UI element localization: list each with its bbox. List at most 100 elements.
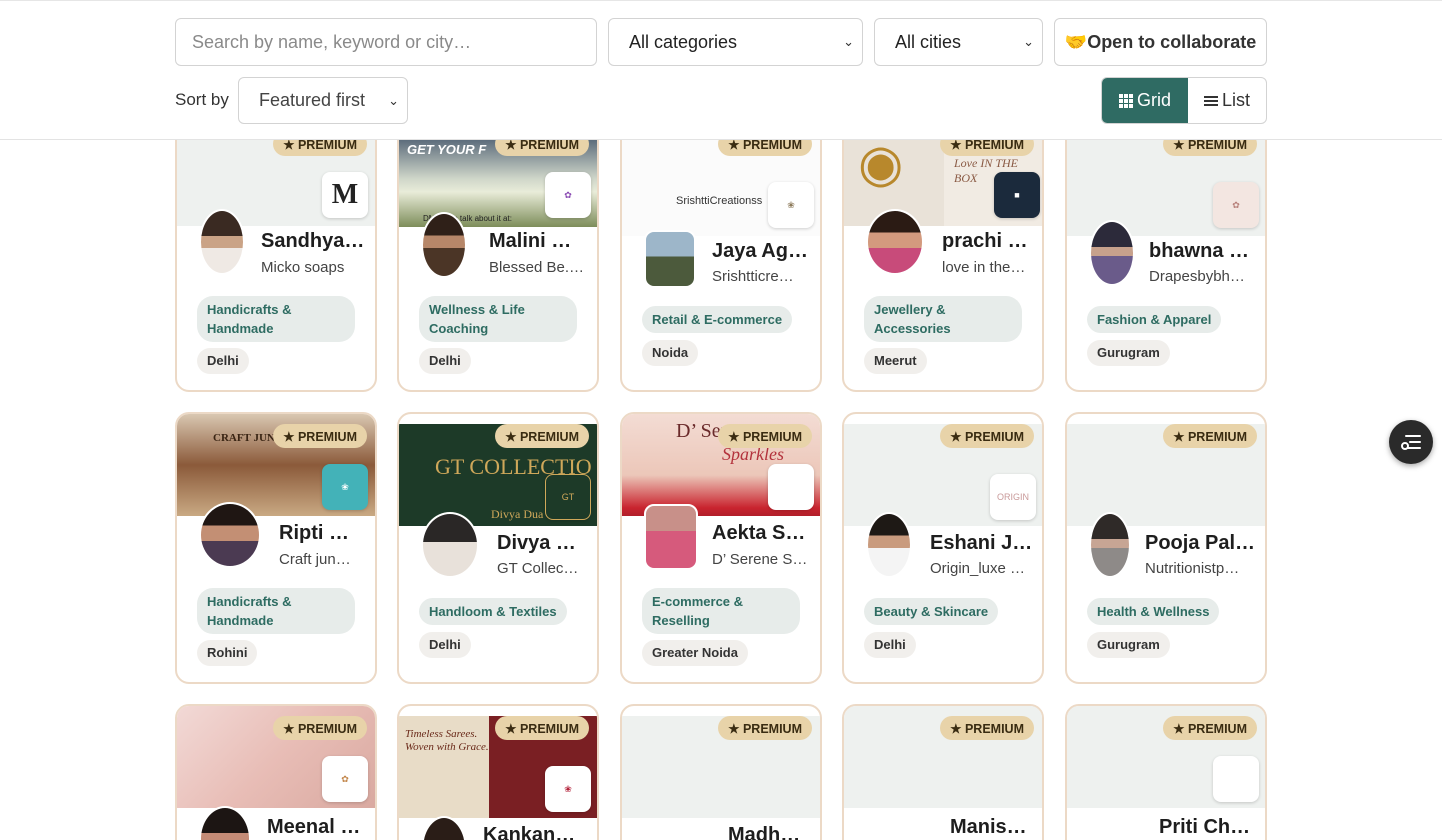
city-tag: Rohini bbox=[197, 640, 258, 666]
profile-card[interactable]: ★ PREMIUM Manis… bbox=[842, 704, 1044, 840]
premium-badge: ★ PREMIUM bbox=[718, 424, 812, 448]
chevron-down-icon: ⌄ bbox=[1023, 34, 1034, 49]
profile-card[interactable]: SrishttiCreationss ★ PREMIUM ❀ Jaya Ag… … bbox=[620, 120, 822, 392]
category-tag: Wellness & Life Coaching bbox=[419, 296, 577, 342]
member-name: Pooja Pal… bbox=[1145, 532, 1256, 554]
business-name: D’ Serene S… bbox=[712, 551, 808, 568]
premium-badge: ★ PREMIUM bbox=[1163, 424, 1257, 448]
view-toggle: Grid List bbox=[1101, 77, 1267, 124]
category-tag: E-commerce & Reselling bbox=[642, 588, 800, 634]
profile-card[interactable]: ★ PREMIUM ORIGIN Eshani Ji… Origin_luxe … bbox=[842, 412, 1044, 684]
premium-badge: ★ PREMIUM bbox=[718, 716, 812, 740]
category-tag: Fashion & Apparel bbox=[1087, 306, 1222, 333]
business-logo: ❀ bbox=[322, 464, 368, 510]
profile-card[interactable]: Love IN THE BOX ◉ ★ PREMIUM ■ prachi … l… bbox=[842, 120, 1044, 392]
open-to-collaborate-label: Open to collaborate bbox=[1087, 31, 1257, 52]
banner-headline: GET YOUR F bbox=[407, 142, 487, 157]
profile-card[interactable]: ★ PREMIUM ✿ bhawna … Drapesbybh… Fashion… bbox=[1065, 120, 1267, 392]
avatar bbox=[866, 512, 912, 578]
avatar bbox=[644, 504, 698, 570]
grid-view-button[interactable]: Grid bbox=[1102, 78, 1188, 123]
list-view-label: List bbox=[1221, 90, 1250, 110]
member-name: bhawna … bbox=[1149, 240, 1250, 262]
business-name: Craft jun… bbox=[279, 551, 351, 568]
business-logo bbox=[768, 464, 814, 510]
member-name: Madh… bbox=[728, 824, 801, 840]
profile-card[interactable]: ★ PREMIUM Priti Ch… bbox=[1065, 704, 1267, 840]
city-tag: Gurugram bbox=[1087, 632, 1170, 658]
profile-card[interactable]: GET YOUR F DM me to talk about it at: ★ … bbox=[397, 120, 599, 392]
business-name: Srishtticre… bbox=[712, 268, 794, 285]
member-name: Jaya Ag… bbox=[712, 240, 808, 262]
category-tag: Health & Wellness bbox=[1087, 598, 1220, 625]
member-name: Malini … bbox=[489, 230, 572, 252]
city-tag: Greater Noida bbox=[642, 640, 748, 666]
banner-headline: Timeless Sarees. Woven with Grace. bbox=[405, 728, 489, 753]
member-name: Kankan… bbox=[483, 824, 576, 840]
business-name: Nutritionistp… bbox=[1145, 560, 1240, 577]
banner-headline: SrishttiCreationss bbox=[676, 195, 763, 207]
avatar bbox=[199, 502, 261, 568]
floating-settings-button[interactable] bbox=[1389, 420, 1433, 464]
list-view-button[interactable]: List bbox=[1188, 78, 1266, 123]
category-tag: Handicrafts & Handmade bbox=[197, 588, 355, 634]
profile-card[interactable]: GT COLLECTIO Divya Dua ★ PREMIUM GT Divy… bbox=[397, 412, 599, 684]
city-tag: Delhi bbox=[419, 348, 471, 374]
business-logo: ✿ bbox=[545, 172, 591, 218]
chevron-down-icon: ⌄ bbox=[388, 92, 399, 108]
category-tag: Retail & E-commerce bbox=[642, 306, 793, 333]
business-logo: ✿ bbox=[1213, 182, 1259, 228]
member-name: Eshani Ji… bbox=[930, 532, 1034, 554]
city-tag: Delhi bbox=[864, 632, 916, 658]
category-tag: Handicrafts & Handmade bbox=[197, 296, 355, 342]
handshake-icon: 🤝 bbox=[1064, 31, 1088, 52]
profile-card[interactable]: ★ PREMIUM Pooja Pal… Nutritionistp… Heal… bbox=[1065, 412, 1267, 684]
profile-card[interactable]: D’ Sere Sparkles ★ PREMIUM Aekta S… D’ S… bbox=[620, 412, 822, 684]
category-select[interactable]: All categories ⌄ bbox=[608, 18, 863, 66]
profile-card[interactable]: ★ PREMIUM Madh… bbox=[620, 704, 822, 840]
category-tag: Jewellery & Accessories bbox=[864, 296, 1022, 342]
profile-card[interactable]: ★ PREMIUM ✿ Meenal … bbox=[175, 704, 377, 840]
category-tag: Handloom & Textiles bbox=[419, 598, 567, 625]
profile-card[interactable]: Timeless Sarees. Woven with Grace. ★ PRE… bbox=[397, 704, 599, 840]
member-name: Aekta S… bbox=[712, 522, 806, 544]
city-tag: Gurugram bbox=[1087, 340, 1170, 366]
premium-badge: ★ PREMIUM bbox=[273, 424, 367, 448]
avatar bbox=[199, 209, 245, 275]
filter-sliders-icon bbox=[1401, 435, 1421, 450]
city-select-value: All cities bbox=[895, 31, 962, 52]
premium-badge: ★ PREMIUM bbox=[495, 424, 589, 448]
member-name: Sandhya… bbox=[261, 230, 365, 252]
grid-icon bbox=[1118, 93, 1133, 108]
avatar bbox=[1089, 220, 1135, 286]
city-select[interactable]: All cities ⌄ bbox=[874, 18, 1043, 66]
premium-badge: ★ PREMIUM bbox=[940, 716, 1034, 740]
list-icon bbox=[1203, 95, 1218, 106]
banner-caption: Divya Dua bbox=[491, 507, 544, 521]
business-logo: ORIGIN bbox=[990, 474, 1036, 520]
city-tag: Noida bbox=[642, 340, 699, 366]
chevron-down-icon: ⌄ bbox=[843, 34, 854, 49]
avatar bbox=[199, 806, 251, 840]
business-logo: M bbox=[322, 172, 368, 218]
sort-select[interactable]: Featured first ⌄ bbox=[238, 77, 408, 124]
category-tag: Beauty & Skincare bbox=[864, 598, 999, 625]
premium-badge: ★ PREMIUM bbox=[1163, 716, 1257, 740]
city-tag: Meerut bbox=[864, 348, 927, 374]
profile-card[interactable]: CRAFT JUNCTI ★ PREMIUM ❀ Ripti … Craft j… bbox=[175, 412, 377, 684]
member-name: Meenal … bbox=[267, 816, 361, 838]
business-logo bbox=[1213, 756, 1259, 802]
avatar bbox=[644, 230, 696, 288]
avatar bbox=[421, 512, 479, 578]
business-name: Drapesbybh… bbox=[1149, 268, 1245, 285]
filter-toolbar: Search by name, keyword or city… All cat… bbox=[0, 0, 1442, 140]
member-name: Ripti … bbox=[279, 522, 349, 544]
member-name: prachi … bbox=[942, 230, 1028, 252]
open-to-collaborate-button[interactable]: 🤝 Open to collaborate bbox=[1054, 18, 1267, 66]
search-input[interactable]: Search by name, keyword or city… bbox=[175, 18, 597, 66]
avatar bbox=[866, 209, 924, 275]
city-tag: Delhi bbox=[197, 348, 249, 374]
member-name: Manis… bbox=[950, 816, 1027, 838]
sort-select-value: Featured first bbox=[259, 90, 366, 110]
profile-card[interactable]: ★ PREMIUM M Sandhya… Micko soaps Handicr… bbox=[175, 120, 377, 392]
